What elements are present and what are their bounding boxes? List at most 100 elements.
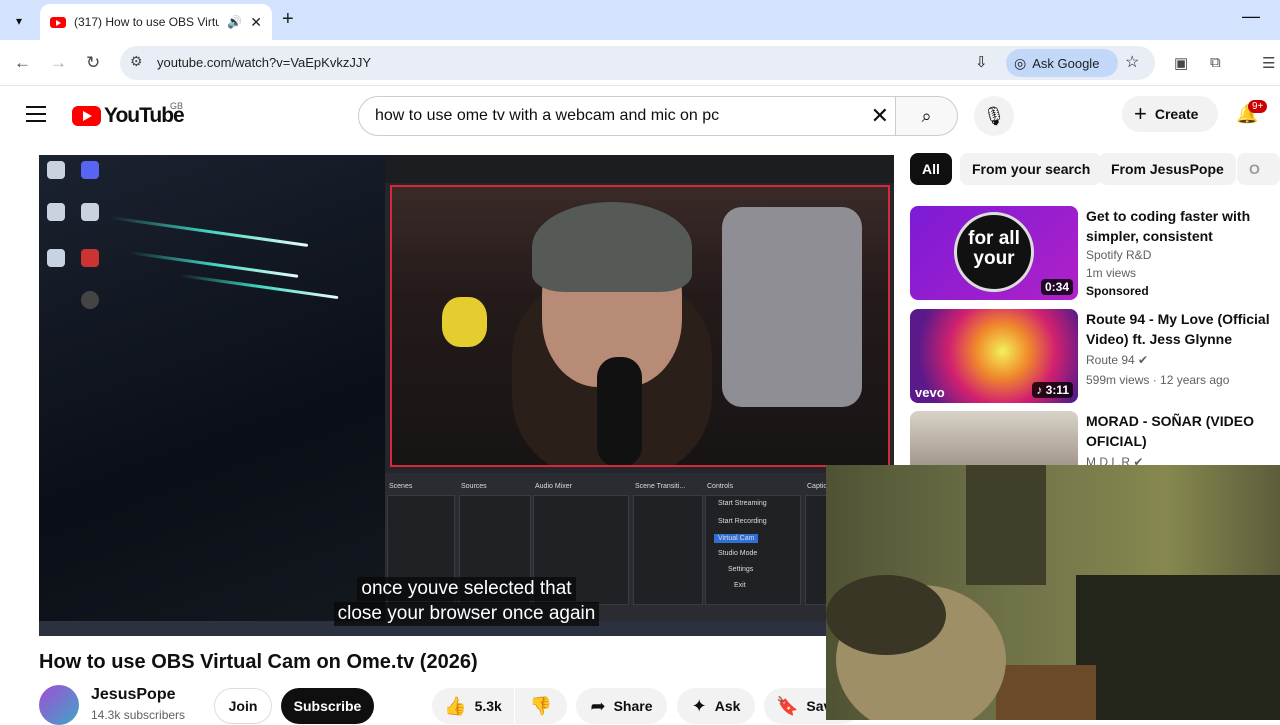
obs-transitions-header: Scene Transiti... (635, 483, 686, 490)
obs-studio-mode: Studio Mode (718, 550, 758, 557)
search-input[interactable]: how to use ome tv with a webcam and mic … (358, 96, 896, 136)
recommendation-channel[interactable]: M.D.L.R ✔ (1086, 455, 1143, 465)
bookmark-star-icon[interactable]: ☆ (1125, 52, 1139, 72)
tab-search-icon[interactable]: ▾ (8, 10, 30, 32)
search-icon: ⌕ (921, 106, 932, 126)
verified-icon: ✔ (1133, 455, 1144, 465)
video-player[interactable]: Scenes Sources Audio Mixer Scene Transit… (39, 155, 894, 636)
subscribe-button[interactable]: Subscribe (281, 688, 374, 724)
microphone-icon: 🎙 (982, 106, 1006, 126)
recommendation-item[interactable]: for all your 0:34 Get to coding faster w… (910, 206, 1280, 302)
desktop-wallpaper (39, 155, 385, 636)
webcam-overlay (826, 465, 1280, 720)
thumbs-down-icon: 👎 (529, 695, 553, 716)
subscribe-label: Subscribe (293, 698, 362, 714)
recommendation-title[interactable]: Route 94 - My Love (Official Video) ft. … (1086, 309, 1280, 349)
recommendation-item[interactable]: MORAD - SOÑAR (VIDEO OFICIAL) M.D.L.R ✔ (910, 411, 1280, 465)
reading-list-icon[interactable]: ☰ (1262, 54, 1275, 72)
recommendation-views: 599m views · 12 years ago (1086, 373, 1230, 387)
url-text[interactable]: youtube.com/watch?v=VaEpKvkzJJY (157, 55, 371, 70)
streamer-beanie (532, 202, 692, 292)
join-button[interactable]: Join (214, 688, 272, 724)
menu-icon[interactable] (26, 106, 46, 127)
create-button[interactable]: + Create (1122, 96, 1218, 132)
microphone (597, 357, 642, 465)
channel-avatar[interactable] (39, 685, 79, 725)
forward-icon[interactable]: → (50, 53, 67, 73)
create-label: Create (1154, 106, 1199, 122)
share-button[interactable]: ➦ Share (576, 688, 667, 724)
like-button[interactable]: 👍 5.3k (432, 688, 514, 724)
duration-badge: ♪ 3:11 (1032, 382, 1073, 398)
recommendation-title[interactable]: Get to coding faster with simpler, consi… (1086, 206, 1280, 246)
meteor-streak (109, 216, 309, 247)
chip-from-jesuspope[interactable]: From JesusPope (1099, 153, 1236, 185)
extension-icon[interactable]: ▣ (1174, 54, 1188, 72)
puzzle-extensions-icon[interactable]: ⧉ (1210, 54, 1221, 71)
browser-tab-strip: ▾ (317) How to use OBS Virtual Cam on Om… (0, 0, 1280, 40)
room-door (966, 465, 1046, 585)
caption-line-1: once youve selected that (357, 577, 576, 601)
steam-icon (47, 249, 65, 267)
chip-more[interactable]: O (1237, 153, 1280, 185)
wood-floor (996, 665, 1096, 720)
clear-search-icon[interactable]: ✕ (871, 103, 889, 129)
discord-icon (81, 161, 99, 179)
obs-start-recording: Start Recording (718, 518, 767, 525)
close-tab-icon[interactable]: ✕ (250, 14, 262, 31)
browser-toolbar: ← → ↻ ⚙ youtube.com/watch?v=VaEpKvkzJJY … (0, 40, 1280, 86)
duration-badge: 0:34 (1040, 279, 1073, 295)
recommendation-channel[interactable]: Spotify R&D (1086, 248, 1151, 262)
reload-icon[interactable]: ↻ (86, 53, 100, 73)
meteor-streak (129, 251, 299, 278)
ask-google-button[interactable]: ◎ Ask Google (1006, 49, 1118, 77)
obs-mixer-header: Audio Mixer (535, 483, 572, 490)
video-title: How to use OBS Virtual Cam on Ome.tv (20… (39, 651, 478, 673)
recommendation-channel[interactable]: Route 94 ✔ (1086, 353, 1148, 367)
youtube-logo[interactable]: YouTube GB (72, 101, 185, 128)
obs-preview (390, 185, 890, 467)
channel-name[interactable]: JesusPope (91, 686, 175, 704)
recommendation-thumbnail[interactable]: for all your 0:34 (910, 206, 1078, 300)
share-icon: ➦ (590, 695, 606, 716)
recommendation-title[interactable]: MORAD - SOÑAR (VIDEO OFICIAL) (1086, 411, 1280, 451)
obs-window: Scenes Sources Audio Mixer Scene Transit… (385, 155, 894, 636)
search-query[interactable]: how to use ome tv with a webcam and mic … (375, 107, 719, 125)
youtube-play-icon (72, 106, 101, 126)
obs-menubar (385, 155, 894, 183)
obs-virtual-cam: Virtual Cam (714, 534, 759, 543)
speaker-icon[interactable]: 🔊 (227, 15, 242, 29)
thumbnail-logo: for all your (954, 212, 1034, 292)
recommendation-thumbnail[interactable]: vevo ♪ 3:11 (910, 309, 1078, 403)
google-lens-icon: ◎ (1014, 54, 1027, 71)
obs-studio-icon (81, 291, 99, 309)
search-button[interactable]: ⌕ (895, 96, 958, 136)
ask-button[interactable]: ✦ Ask (677, 688, 755, 724)
minimize-window-icon[interactable]: — (1242, 6, 1260, 27)
browser-tab[interactable]: (317) How to use OBS Virtual Cam on Ome.… (40, 4, 272, 40)
recommendation-item[interactable]: vevo ♪ 3:11 Route 94 - My Love (Official… (910, 309, 1280, 405)
voice-search-button[interactable]: 🎙 (974, 96, 1014, 136)
verified-icon: ✔ (1138, 353, 1149, 367)
vevo-logo: vevo (915, 385, 945, 400)
music-note-icon: ♪ (1036, 383, 1046, 397)
youtube-favicon-icon (50, 16, 66, 28)
bookmark-icon: 🔖 (776, 695, 799, 716)
plus-icon: + (1134, 101, 1147, 126)
chip-all[interactable]: All (910, 153, 952, 185)
recommendation-thumbnail[interactable] (910, 411, 1078, 465)
plush-toy (442, 297, 487, 347)
caption-line-2: close your browser once again (333, 602, 600, 626)
gaming-chair (722, 207, 862, 407)
chip-from-your-search[interactable]: From your search (960, 153, 1103, 185)
dislike-button[interactable]: 👎 (515, 688, 567, 724)
pod-farm-icon (81, 249, 99, 267)
address-bar[interactable]: ⚙ youtube.com/watch?v=VaEpKvkzJJY ⇩ ◎ As… (120, 46, 1155, 80)
like-count: 5.3k (474, 698, 502, 714)
new-tab-icon[interactable]: + (282, 8, 294, 31)
share-label: Share (613, 698, 653, 714)
obs-sources-header: Sources (461, 483, 487, 490)
site-info-icon[interactable]: ⚙ (130, 53, 143, 70)
back-icon[interactable]: ← (14, 53, 31, 73)
install-app-icon[interactable]: ⇩ (975, 53, 988, 71)
